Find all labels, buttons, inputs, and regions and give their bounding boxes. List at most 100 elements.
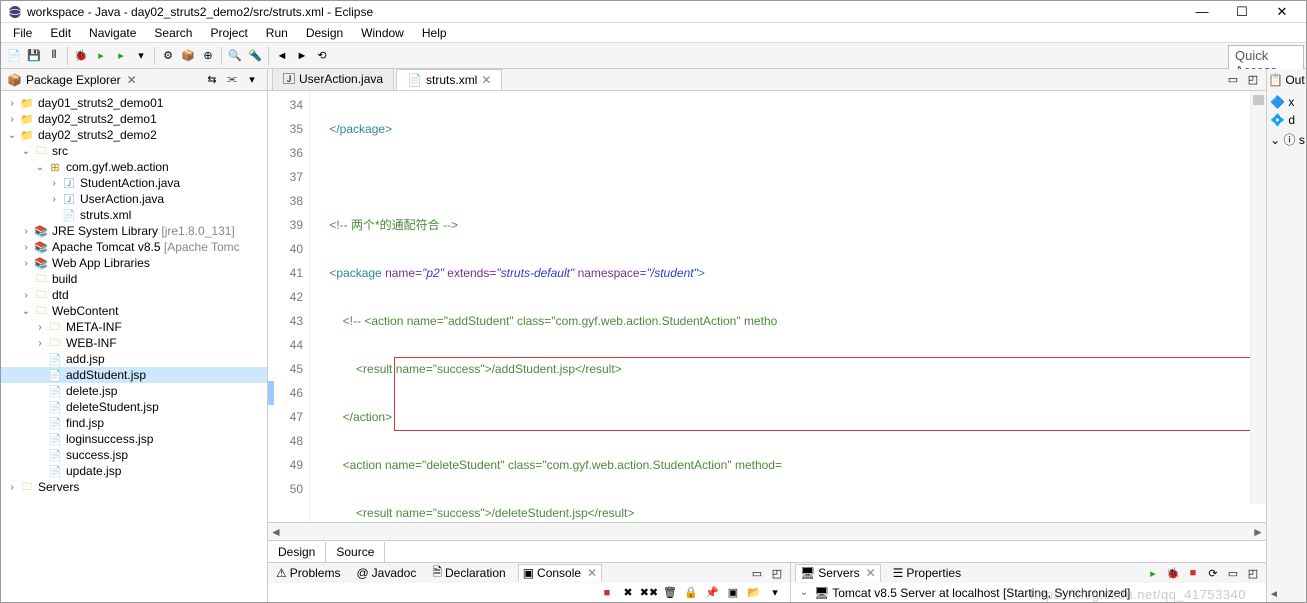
remove-all-icon[interactable]: ✖✖ xyxy=(640,584,658,602)
close-button[interactable]: ✕ xyxy=(1268,4,1296,20)
pin-console-icon[interactable]: 📌 xyxy=(703,584,721,602)
search-icon[interactable]: 🔦 xyxy=(246,47,264,65)
start-server-icon[interactable]: ▸ xyxy=(1144,564,1162,582)
close-view-icon[interactable]: ✕ xyxy=(866,566,876,580)
tab-source[interactable]: Source xyxy=(326,542,385,562)
menu-navigate[interactable]: Navigate xyxy=(81,24,144,42)
scroll-right-icon[interactable]: ► xyxy=(1250,525,1266,539)
editor-tab-struts-xml[interactable]: 📄struts.xml✕ xyxy=(396,69,502,90)
new-server-icon[interactable]: ⚙ xyxy=(159,47,177,65)
code-content[interactable]: </package> <!-- 两个*的通配符合 --> <package na… xyxy=(310,91,1266,522)
menu-run[interactable]: Run xyxy=(258,24,296,42)
new-package-icon[interactable]: 📦 xyxy=(179,47,197,65)
outline-tab[interactable]: 📋Out xyxy=(1266,71,1306,89)
tree-jsp-file[interactable]: 📄add.jsp xyxy=(1,351,267,367)
tree-java-file[interactable]: ›🄹StudentAction.java xyxy=(1,175,267,191)
tab-javadoc[interactable]: @Javadoc xyxy=(352,565,420,581)
outline-item-x[interactable]: 🔷 x xyxy=(1270,95,1294,109)
back-icon[interactable]: ◄ xyxy=(273,47,291,65)
open-type-icon[interactable]: 🔍 xyxy=(226,47,244,65)
tree-folder[interactable]: ›🗀WEB-INF xyxy=(1,335,267,351)
outline-item-d[interactable]: 💠 d xyxy=(1270,113,1295,127)
save-all-icon[interactable]: ⫴ xyxy=(45,47,63,65)
tree-xml-file[interactable]: 📄struts.xml xyxy=(1,207,267,223)
tree-folder[interactable]: ›🗀META-INF xyxy=(1,319,267,335)
tab-properties[interactable]: ☰Properties xyxy=(889,565,965,581)
tree-jsp-file[interactable]: 📄loginsuccess.jsp xyxy=(1,431,267,447)
view-menu-icon[interactable]: ▾ xyxy=(243,71,261,89)
close-tab-icon[interactable]: ✕ xyxy=(481,73,491,87)
tab-servers[interactable]: 🖥Servers✕ xyxy=(795,564,881,582)
open-console-icon[interactable]: 📂 xyxy=(745,584,763,602)
maximize-button[interactable]: ☐ xyxy=(1228,4,1256,20)
scroll-left-icon[interactable]: ◄ xyxy=(268,525,284,539)
run-icon[interactable]: ▸ xyxy=(92,47,110,65)
stop-server-icon[interactable]: ■ xyxy=(1184,564,1202,582)
project-tree[interactable]: ›📁day01_struts2_demo01 ›📁day02_struts2_d… xyxy=(1,91,267,602)
minimize-button[interactable]: — xyxy=(1188,4,1216,20)
maximize-view-icon[interactable]: ◰ xyxy=(768,564,786,582)
minimize-editor-icon[interactable]: ▭ xyxy=(1224,70,1242,88)
tab-design[interactable]: Design xyxy=(268,542,326,562)
menu-window[interactable]: Window xyxy=(353,24,412,42)
tree-src[interactable]: ⌄🗀src xyxy=(1,143,267,159)
console-menu-icon[interactable]: ▾ xyxy=(766,584,784,602)
tree-jsp-file[interactable]: 📄update.jsp xyxy=(1,463,267,479)
maximize-editor-icon[interactable]: ◰ xyxy=(1244,70,1262,88)
tab-console[interactable]: ▣Console✕ xyxy=(518,564,602,582)
coverage-icon[interactable]: ▾ xyxy=(132,47,150,65)
tree-jsp-file[interactable]: 📄addStudent.jsp xyxy=(1,367,267,383)
close-view-icon[interactable]: ✕ xyxy=(587,566,597,580)
chevron-down-icon[interactable]: ⌄ xyxy=(797,587,811,598)
scroll-lock-icon[interactable]: 🔒 xyxy=(682,584,700,602)
tree-jre[interactable]: ›📚JRE System Library [jre1.8.0_131] xyxy=(1,223,267,239)
menu-help[interactable]: Help xyxy=(414,24,455,42)
forward-icon[interactable]: ► xyxy=(293,47,311,65)
tree-java-file[interactable]: ›🄹UserAction.java xyxy=(1,191,267,207)
tab-problems[interactable]: ⚠Problems xyxy=(272,565,344,581)
tree-webcontent[interactable]: ⌄🗀WebContent xyxy=(1,303,267,319)
outline-expand-icon[interactable]: ⌄ ⓘ s xyxy=(1270,131,1305,148)
menu-design[interactable]: Design xyxy=(298,24,351,42)
new-icon[interactable]: 📄 xyxy=(5,47,23,65)
tree-servers[interactable]: ›🗀Servers xyxy=(1,479,267,495)
tree-tomcat-lib[interactable]: ›📚Apache Tomcat v8.5 [Apache Tomc xyxy=(1,239,267,255)
pin-icon[interactable]: ⟲ xyxy=(313,47,331,65)
menu-file[interactable]: File xyxy=(5,24,40,42)
new-class-icon[interactable]: ⊕ xyxy=(199,47,217,65)
save-icon[interactable]: 💾 xyxy=(25,47,43,65)
terminate-icon[interactable]: ■ xyxy=(598,584,616,602)
code-editor[interactable]: 34 35 36 37 38 39 40 41 42 43 44 45 46 4… xyxy=(268,91,1266,522)
link-editor-icon[interactable]: ⫘ xyxy=(223,71,241,89)
tree-jsp-file[interactable]: 📄deleteStudent.jsp xyxy=(1,399,267,415)
tree-project[interactable]: ›📁day01_struts2_demo01 xyxy=(1,95,267,111)
display-selected-icon[interactable]: ▣ xyxy=(724,584,742,602)
tab-declaration[interactable]: 🗎Declaration xyxy=(428,562,509,585)
tree-jsp-file[interactable]: 📄delete.jsp xyxy=(1,383,267,399)
collapse-all-icon[interactable]: ⇆ xyxy=(203,71,221,89)
menu-project[interactable]: Project xyxy=(202,24,255,42)
publish-server-icon[interactable]: ⟳ xyxy=(1204,564,1222,582)
debug-icon[interactable]: 🐞 xyxy=(72,47,90,65)
close-view-icon[interactable]: ✕ xyxy=(127,73,137,87)
run-last-icon[interactable]: ▸ xyxy=(112,47,130,65)
tree-jsp-file[interactable]: 📄success.jsp xyxy=(1,447,267,463)
minimize-view-icon[interactable]: ▭ xyxy=(748,564,766,582)
main-toolbar: 📄 💾 ⫴ 🐞 ▸ ▸ ▾ ⚙ 📦 ⊕ 🔍 🔦 ◄ ► ⟲ Quick Acce… xyxy=(1,43,1306,69)
package-explorer-view: 📦 Package Explorer ✕ ⇆ ⫘ ▾ ›📁day01_strut… xyxy=(1,69,268,602)
tree-jsp-file[interactable]: 📄find.jsp xyxy=(1,415,267,431)
server-item-label[interactable]: Tomcat v8.5 Server at localhost [Startin… xyxy=(832,586,1130,600)
tree-project[interactable]: ›📁day02_struts2_demo1 xyxy=(1,111,267,127)
minimize-view-icon[interactable]: ▭ xyxy=(1224,564,1242,582)
clear-console-icon[interactable]: 🗑 xyxy=(661,584,679,602)
horizontal-scrollbar[interactable]: ◄ ► xyxy=(268,522,1266,540)
menu-search[interactable]: Search xyxy=(146,24,200,42)
menu-edit[interactable]: Edit xyxy=(42,24,79,42)
vertical-scrollbar[interactable] xyxy=(1250,91,1266,504)
tree-package[interactable]: ⌄⊞com.gyf.web.action xyxy=(1,159,267,175)
editor-tab-useraction[interactable]: 🄹UserAction.java xyxy=(272,69,394,90)
outline-scroll-left-icon[interactable]: ◄ xyxy=(1267,587,1281,602)
remove-launch-icon[interactable]: ✖ xyxy=(619,584,637,602)
maximize-view-icon[interactable]: ◰ xyxy=(1244,564,1262,582)
debug-server-icon[interactable]: 🐞 xyxy=(1164,564,1182,582)
